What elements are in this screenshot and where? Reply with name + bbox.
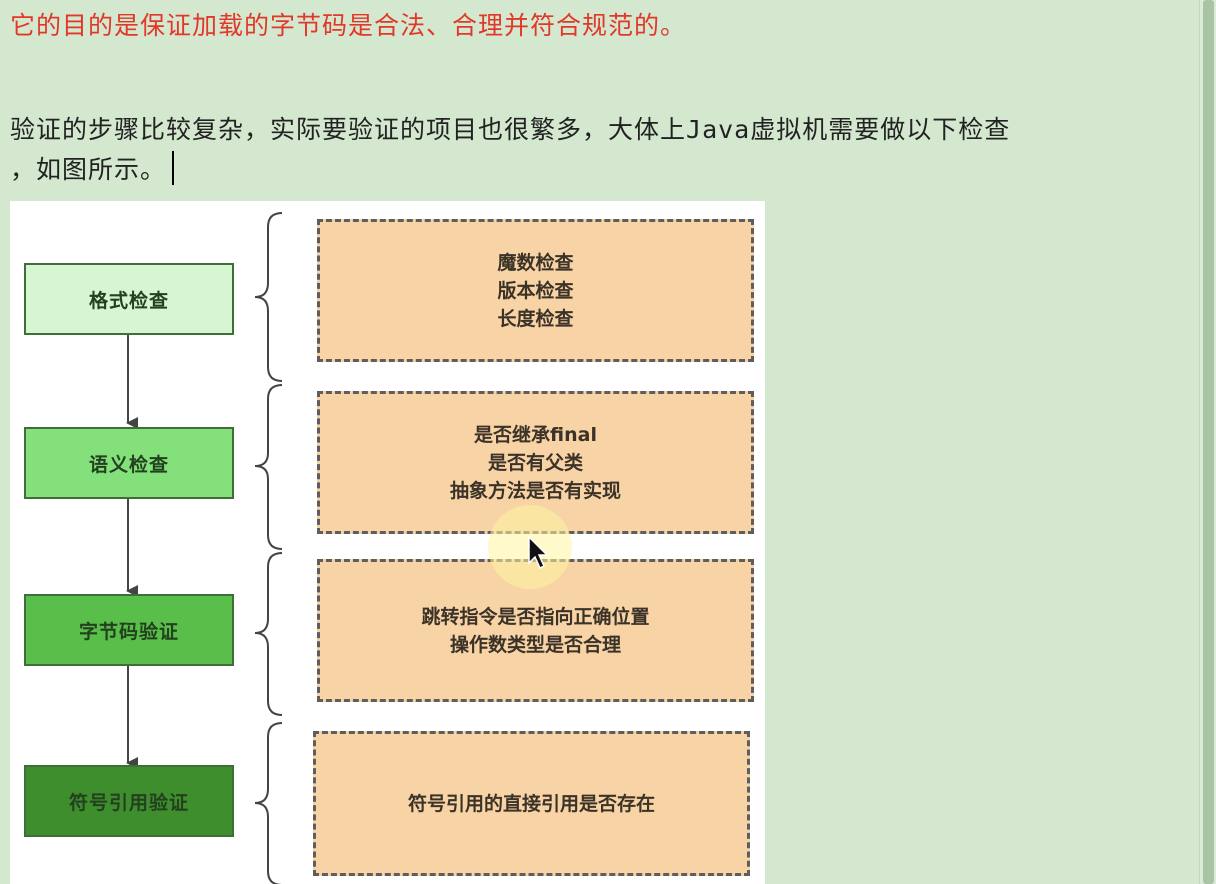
detail-line: 魔数检查	[497, 251, 574, 274]
step-symbol-ref-verify: 符号引用验证	[24, 765, 234, 837]
step-format-check: 格式检查	[24, 263, 234, 335]
detail-box-format: 魔数检查 版本检查 长度检查	[317, 219, 754, 362]
detail-line: 抽象方法是否有实现	[449, 479, 621, 502]
scrollbar-thumb[interactable]	[1203, 0, 1214, 884]
brace-4	[254, 722, 283, 884]
step-bytecode-verify: 字节码验证	[24, 594, 234, 666]
detail-line: 长度检查	[497, 307, 574, 330]
detail-line: 是否有父类	[487, 451, 583, 474]
paragraph-text-2: 虚拟机需要做以下检查	[750, 115, 1011, 144]
body-paragraph[interactable]: 验证的步骤比较复杂，实际要验证的项目也很繁多，大体上Java虚拟机需要做以下检查…	[10, 110, 1200, 190]
step-label: 字节码验证	[78, 620, 179, 643]
detail-line: 操作数类型是否合理	[449, 633, 621, 656]
mouse-pointer-icon	[528, 536, 549, 570]
paragraph-java-word: Java	[686, 115, 751, 144]
brace-2	[254, 384, 283, 550]
detail-line: 是否继承final	[474, 423, 597, 446]
text-caret	[172, 151, 175, 185]
highlighted-sentence: 它的目的是保证加载的字节码是合法、合理并符合规范的。	[10, 11, 687, 40]
brace-1	[254, 212, 283, 382]
step-label: 符号引用验证	[68, 791, 189, 814]
brace-3	[254, 552, 283, 716]
detail-line: 版本检查	[497, 279, 574, 302]
detail-box-symbol: 符号引用的直接引用是否存在	[313, 731, 750, 876]
vertical-scrollbar[interactable]	[1199, 0, 1216, 884]
step-label: 格式检查	[88, 289, 169, 312]
detail-line: 跳转指令是否指向正确位置	[421, 605, 650, 628]
step-semantic-check: 语义检查	[24, 427, 234, 499]
paragraph-text-1: 验证的步骤比较复杂，实际要验证的项目也很繁多，大体上	[10, 115, 687, 144]
verification-diagram: 格式检查 语义检查 字节码验证 符号引用验证 魔数检查 版本检查 长度检查 是否…	[10, 201, 765, 884]
detail-line: 符号引用的直接引用是否存在	[407, 792, 655, 815]
paragraph-text-3: ，如图所示。	[10, 155, 167, 184]
step-label: 语义检查	[88, 453, 169, 476]
